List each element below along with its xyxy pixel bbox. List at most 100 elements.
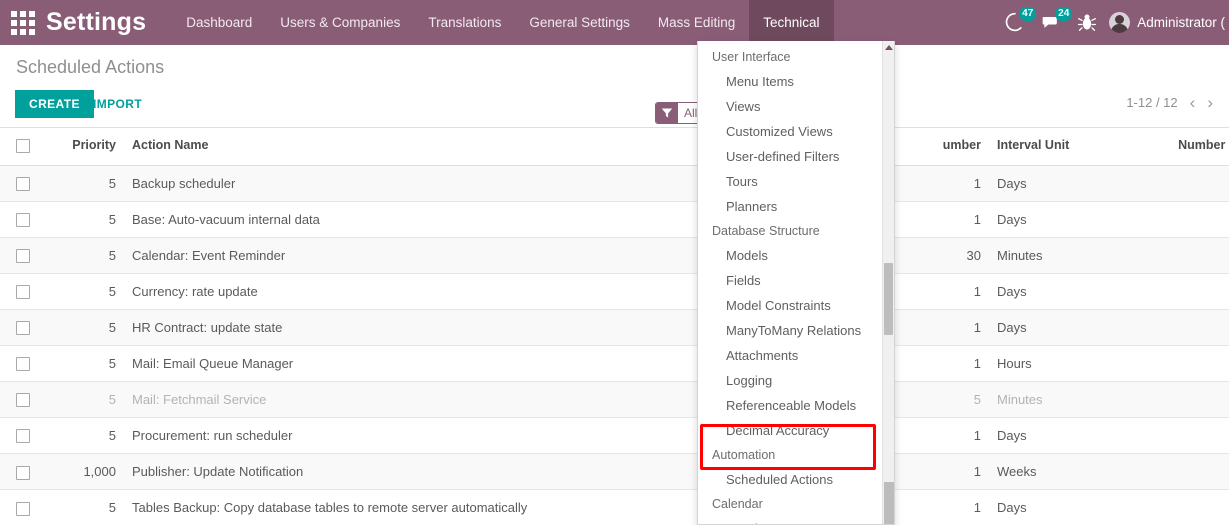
nav-item-general-settings[interactable]: General Settings [515, 0, 644, 45]
dropdown-item-decimal-accuracy[interactable]: Decimal Accuracy [698, 418, 894, 443]
list-view: Priority Action Name Next Exec umber Int… [0, 128, 1229, 525]
dropdown-item-fields[interactable]: Fields [698, 268, 894, 293]
dropdown-item-logging[interactable]: Logging [698, 368, 894, 393]
user-menu-button[interactable]: Administrator ( [1109, 12, 1225, 33]
cell-action-name: Backup scheduler [124, 165, 604, 201]
cell-interval-unit: Days [989, 418, 1134, 454]
cell-interval-unit: Days [989, 201, 1134, 237]
table-row[interactable]: 5Calendar: Event Reminder10/03/20130Minu… [0, 237, 1229, 273]
dropdown-item-meeting-types[interactable]: Meeting Types [698, 516, 894, 525]
dropdown-item-attachments[interactable]: Attachments [698, 343, 894, 368]
cell-number-of-calls: -1 [1134, 346, 1229, 382]
column-priority[interactable]: Priority [46, 128, 124, 165]
dropdown-section-calendar: Calendar [698, 492, 894, 516]
dropdown-item-referenceable-models[interactable]: Referenceable Models [698, 393, 894, 418]
cell-interval-unit: Weeks [989, 454, 1134, 490]
cell-interval-unit: Days [989, 165, 1134, 201]
activities-button[interactable]: 47 [1005, 12, 1027, 34]
scroll-up-arrow-icon[interactable] [885, 45, 893, 50]
row-checkbox[interactable] [16, 393, 30, 407]
cell-number-of-calls: -1 [1134, 201, 1229, 237]
nav-item-dashboard[interactable]: Dashboard [172, 0, 266, 45]
row-select-cell [0, 165, 46, 201]
dropdown-item-user-defined-filters[interactable]: User-defined Filters [698, 144, 894, 169]
select-all-checkbox[interactable] [16, 139, 30, 153]
apps-grid-icon [11, 11, 35, 35]
dropdown-item-views[interactable]: Views [698, 94, 894, 119]
brand-title[interactable]: Settings [46, 0, 172, 45]
cell-interval-number: 1 [894, 309, 989, 345]
nav-item-technical[interactable]: Technical [749, 0, 833, 45]
dropdown-item-models[interactable]: Models [698, 243, 894, 268]
breadcrumb[interactable]: Scheduled Actions [16, 57, 164, 78]
table-row[interactable]: 5Mail: Fetchmail Service08/31/2015Minute… [0, 382, 1229, 418]
cell-interval-unit: Days [989, 309, 1134, 345]
dropdown-item-manytomany-relations[interactable]: ManyToMany Relations [698, 318, 894, 343]
cell-action-name: Base: Auto-vacuum internal data [124, 201, 604, 237]
import-button[interactable]: IMPORT [93, 97, 142, 111]
create-button[interactable]: CREATE [15, 90, 94, 118]
dropdown-item-tours[interactable]: Tours [698, 169, 894, 194]
column-interval-number[interactable]: umber [894, 128, 989, 165]
cell-priority: 5 [46, 273, 124, 309]
cell-interval-unit: Minutes [989, 237, 1134, 273]
pager-value[interactable]: 1-12 / 12 [1126, 95, 1177, 110]
cell-action-name: Procurement: run scheduler [124, 418, 604, 454]
table-row[interactable]: 5Backup scheduler10/04/2011Days-1 [0, 165, 1229, 201]
row-select-cell [0, 418, 46, 454]
scrollbar-thumb-lower[interactable] [884, 482, 895, 524]
table-row[interactable]: 5Base: Auto-vacuum internal data10/04/20… [0, 201, 1229, 237]
dropdown-scrollbar[interactable] [882, 41, 894, 524]
table-row[interactable]: 5Currency: rate update10/03/2011Days-1 [0, 273, 1229, 309]
user-name-label: Administrator ( [1137, 15, 1225, 30]
row-checkbox[interactable] [16, 429, 30, 443]
table-row[interactable]: 1,000Publisher: Update Notification10/05… [0, 454, 1229, 490]
column-number-of-calls[interactable]: Number of Calls [1134, 128, 1229, 165]
nav-item-translations[interactable]: Translations [414, 0, 515, 45]
scheduled-actions-table: Priority Action Name Next Exec umber Int… [0, 128, 1229, 525]
cell-number-of-calls: -1 [1134, 418, 1229, 454]
column-action-name[interactable]: Action Name [124, 128, 604, 165]
dropdown-item-scheduled-actions[interactable]: Scheduled Actions [698, 467, 894, 492]
nav-item-mass-editing[interactable]: Mass Editing [644, 0, 749, 45]
pager-previous-icon[interactable]: ‹ [1190, 94, 1196, 111]
column-interval-unit[interactable]: Interval Unit [989, 128, 1134, 165]
row-checkbox[interactable] [16, 213, 30, 227]
scrollbar-thumb[interactable] [884, 263, 893, 335]
pager-next-icon[interactable]: › [1207, 94, 1213, 111]
cell-interval-unit: Days [989, 490, 1134, 525]
activities-badge: 47 [1019, 7, 1036, 21]
row-select-cell [0, 490, 46, 525]
table-row[interactable]: 5Tables Backup: Copy database tables to … [0, 490, 1229, 525]
row-select-cell [0, 237, 46, 273]
cell-interval-number: 1 [894, 454, 989, 490]
table-row[interactable]: 5HR Contract: update state10/03/2011Days… [0, 309, 1229, 345]
avatar [1109, 12, 1130, 33]
cell-interval-number: 30 [894, 237, 989, 273]
cell-action-name: Currency: rate update [124, 273, 604, 309]
row-checkbox[interactable] [16, 321, 30, 335]
nav-item-users-companies[interactable]: Users & Companies [266, 0, 414, 45]
row-checkbox[interactable] [16, 177, 30, 191]
table-row[interactable]: 5Mail: Email Queue Manager10/03/2011Hour… [0, 346, 1229, 382]
cell-action-name: Calendar: Event Reminder [124, 237, 604, 273]
dropdown-item-model-constraints[interactable]: Model Constraints [698, 293, 894, 318]
row-checkbox[interactable] [16, 357, 30, 371]
dropdown-item-customized-views[interactable]: Customized Views [698, 119, 894, 144]
row-checkbox[interactable] [16, 466, 30, 480]
bug-icon [1077, 12, 1097, 32]
cell-number-of-calls: -1 [1134, 165, 1229, 201]
cell-interval-number: 1 [894, 490, 989, 525]
row-select-cell [0, 454, 46, 490]
dropdown-item-planners[interactable]: Planners [698, 194, 894, 219]
table-row[interactable]: 5Procurement: run scheduler10/04/2011Day… [0, 418, 1229, 454]
messages-button[interactable]: 24 [1041, 12, 1063, 34]
debug-menu-button[interactable] [1077, 12, 1095, 34]
row-checkbox[interactable] [16, 285, 30, 299]
dropdown-item-menu-items[interactable]: Menu Items [698, 69, 894, 94]
top-navbar: Settings Dashboard Users & Companies Tra… [0, 0, 1229, 45]
row-select-cell [0, 309, 46, 345]
row-checkbox[interactable] [16, 502, 30, 516]
row-checkbox[interactable] [16, 249, 30, 263]
apps-menu-button[interactable] [0, 0, 46, 45]
